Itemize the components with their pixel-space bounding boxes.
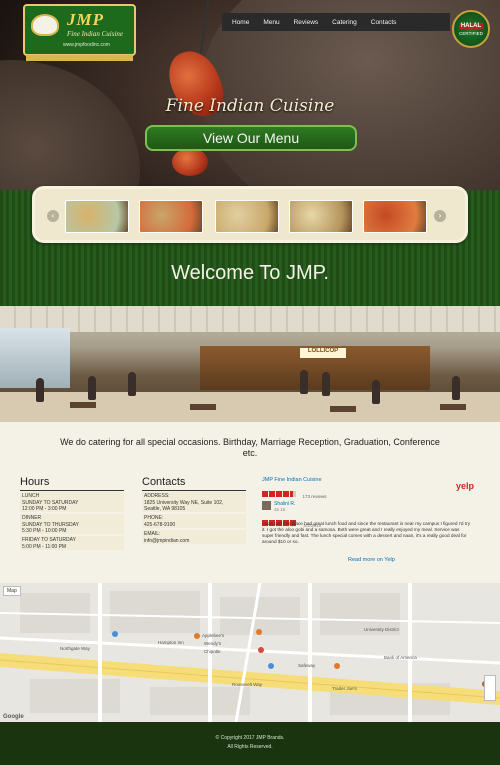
taj-emblem-icon (31, 14, 59, 36)
carousel-prev-button[interactable]: ‹ (47, 210, 59, 222)
halal-badge-sub: CERTIFIED (459, 30, 483, 36)
star-icon (269, 490, 275, 497)
map-label: University District (364, 627, 399, 632)
map-pin-icon[interactable] (258, 647, 264, 653)
person (372, 380, 380, 404)
address-block: ADDRESS: 1825 University Way NE, Suite 1… (142, 492, 246, 512)
map-zoom-control[interactable] (484, 675, 496, 701)
logo-subtitle: Fine Indian Cuisine (67, 30, 123, 38)
reviewer-meta: 45 15 (274, 507, 286, 512)
main-nav: Home Menu Reviews Catering Contacts (222, 13, 450, 31)
email-block: EMAIL: info@jmpindian.com (142, 530, 246, 544)
yelp-widget: JMP Fine Indian Cuisine yelp 173 reviews… (262, 477, 476, 569)
review-count[interactable]: 173 reviews (302, 494, 326, 499)
map-pin-icon[interactable] (194, 633, 200, 639)
window (0, 328, 70, 388)
map-pin-icon[interactable] (334, 663, 340, 669)
map-pin-icon[interactable] (112, 631, 118, 637)
contacts-title: Contacts (142, 476, 186, 488)
person (128, 372, 136, 396)
person (452, 376, 460, 400)
person (36, 378, 44, 402)
map-label: Roosevelt Way (232, 682, 263, 687)
carousel-thumb-4[interactable] (289, 200, 353, 233)
map-label: Bank of America (384, 655, 417, 660)
view-menu-button[interactable]: View Our Menu (145, 125, 357, 151)
nav-menu[interactable]: Menu (263, 19, 279, 26)
carousel-thumb-5[interactable] (363, 200, 427, 233)
hours-rule (20, 490, 124, 491)
hours-weekend-block: FRIDAY TO SATURDAY 5:00 PM - 11:00 PM (20, 536, 124, 550)
star-icon (262, 490, 268, 497)
map-roads (0, 583, 500, 722)
map-label: Applebee's (202, 633, 225, 638)
person (88, 376, 96, 400)
map-type-button[interactable]: Map (3, 586, 21, 596)
map-label: Wendy's (204, 641, 222, 646)
hours-title: Hours (20, 476, 50, 488)
table (440, 404, 466, 410)
hero-tagline: Fine Indian Cuisine (165, 96, 335, 116)
hours-lunch-block: LUNCH SUNDAY TO SATURDAY 12:00 PM - 3:00… (20, 492, 124, 512)
halal-badge-title: HALAL (458, 22, 484, 29)
halal-badge: HALAL CERTIFIED (452, 10, 490, 48)
table (70, 402, 96, 408)
email-address[interactable]: info@jmpindian.com (144, 538, 244, 545)
phone-number[interactable]: 425-678-9100 (144, 522, 244, 529)
logo-ribbon (26, 55, 133, 61)
person (300, 370, 308, 394)
avatar[interactable] (262, 501, 271, 510)
location-map[interactable]: Map Northgate Way Hampton Inn Applebee's… (0, 583, 500, 722)
map-pin-icon[interactable] (256, 629, 262, 635)
nav-catering[interactable]: Catering (332, 19, 357, 26)
lollicop-sign: LOLLICOP (300, 348, 346, 358)
nav-contacts[interactable]: Contacts (371, 19, 397, 26)
review-text: I was told this place had great lunch fo… (262, 521, 471, 544)
half-star-icon (290, 490, 296, 497)
map-label: Safeway (298, 663, 316, 668)
map-label: Chipotle (204, 649, 221, 654)
nav-home[interactable]: Home (232, 19, 249, 26)
weekend-time: 5:00 PM - 11:00 PM (22, 543, 67, 550)
star-icon (276, 490, 282, 497)
google-logo: Google (3, 714, 24, 720)
restaurant-panorama-image: LOLLICOP (0, 306, 500, 422)
nav-reviews[interactable]: Reviews (294, 19, 319, 26)
address-line-2: Seattle, WA 98105 (144, 506, 186, 512)
dinner-time: 5:30 PM - 10:00 PM (22, 528, 67, 534)
yelp-business-name[interactable]: JMP Fine Indian Cuisine (262, 477, 476, 483)
logo-name: JMP (67, 10, 104, 29)
footer: © Copyright 2017 JMP Brands. All Rights … (0, 722, 500, 765)
map-label: Northgate Way (60, 646, 90, 651)
ceiling (0, 306, 500, 332)
business-rating-stars (262, 490, 296, 497)
carousel-thumb-2[interactable] (139, 200, 203, 233)
star-icon (283, 490, 289, 497)
map-label: Trader Joe's (332, 686, 357, 691)
carousel-thumb-3[interactable] (215, 200, 279, 233)
map-pin-icon[interactable] (268, 663, 274, 669)
rights-text: All Rights Reserved. (227, 744, 273, 750)
yelp-logo-text: yelp (455, 481, 474, 491)
reviewer-row: Shalini R. 45 15 (262, 501, 295, 512)
hours-dinner-block: DINNER SUNDAY TO THURSDAY 5:30 PM - 10:0… (20, 514, 124, 534)
welcome-heading: Welcome To JMP. (171, 262, 329, 284)
read-more-link[interactable]: Read more on Yelp (348, 557, 395, 563)
contacts-rule (142, 490, 246, 491)
catering-text: We do catering for all special occasions… (60, 437, 440, 458)
person (322, 372, 330, 396)
map-label: Hampton Inn (158, 640, 184, 645)
site-logo[interactable]: JMP Fine Indian Cuisine www.jmpfoodinc.c… (23, 4, 136, 56)
phone-block: PHONE: 425-678-9100 (142, 514, 246, 528)
table (330, 406, 356, 412)
carousel-thumb-1[interactable] (65, 200, 129, 233)
carousel-next-button[interactable]: › (434, 210, 446, 222)
table (190, 404, 216, 410)
yelp-logo[interactable]: yelp (456, 481, 474, 491)
logo-url: www.jmpfoodinc.com (63, 42, 110, 48)
lunch-time: 12:00 PM - 3:00 PM (22, 506, 67, 512)
tandoori-chicken-image-2 (172, 148, 208, 176)
copyright-text: © Copyright 2017 JMP Brands. (215, 735, 285, 741)
dish-carousel: ‹ › (32, 186, 468, 243)
